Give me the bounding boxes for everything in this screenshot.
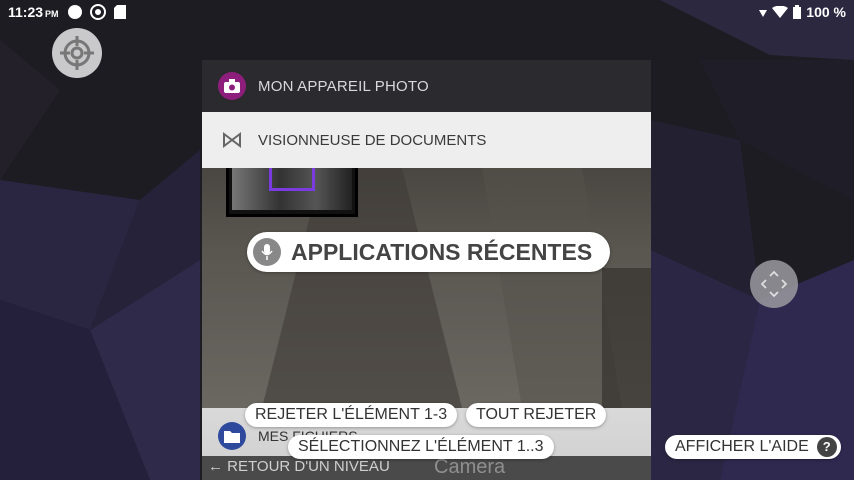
folder-icon [224,430,240,443]
show-help-text: AFFICHER L'AIDE [675,438,809,455]
dpad-button[interactable] [750,260,798,308]
signal-icon [759,10,768,17]
camera-folder-label: Camera [434,456,506,478]
recent-card-camera[interactable]: MON APPAREIL PHOTO [202,60,651,112]
mic-button[interactable] [253,238,281,266]
docs-card-preview[interactable] [202,168,651,408]
document-thumbnail[interactable] [226,168,358,217]
recent-apps-voice-label: APPLICATIONS RÉCENTES [247,232,611,272]
battery-icon [793,5,802,19]
status-bar: 11:23 PM 100 % [0,0,854,24]
reject-item-command[interactable]: REJETER L'ÉLÉMENT 1-3 [245,403,458,427]
files-bottom-strip: ← RETOUR D'UN NIVEAU Camera [202,456,651,480]
mic-icon [261,244,273,260]
crosshair-icon [60,36,94,70]
camera-card-title: MON APPAREIL PHOTO [258,77,429,95]
select-item-command[interactable]: SÉLECTIONNEZ L'ÉLÉMENT 1..3 [288,435,554,459]
sd-card-icon [114,5,126,19]
recent-apps-text: APPLICATIONS RÉCENTES [291,238,593,265]
recent-card-docs[interactable]: VISIONNEUSE DE DOCUMENTS [202,112,651,168]
reject-all-command[interactable]: TOUT REJETER [466,403,607,427]
camera-app-icon [218,72,246,100]
target-button[interactable] [52,28,102,78]
battery-text: 100 % [806,4,846,20]
back-level-label[interactable]: ← RETOUR D'UN NIVEAU [208,458,390,475]
camera-icon [224,79,240,93]
circle-notification-icon [68,5,82,19]
ampm-text: PM [45,9,59,19]
settings-notification-icon [90,4,106,20]
document-viewer-icon [223,132,241,148]
show-help-command[interactable]: AFFICHER L'AIDE ? [665,435,841,459]
status-right: 100 % [759,4,846,20]
docs-app-icon [222,130,242,150]
help-icon: ? [816,437,837,457]
notification-icons [68,4,126,20]
time-text: 11:23 [8,4,44,20]
wifi-icon [772,6,789,18]
selection-frame [269,168,315,191]
status-time: 11:23 PM [8,4,59,20]
dpad-icon [760,270,788,298]
files-app-icon [218,422,246,450]
docs-card-title: VISIONNEUSE DE DOCUMENTS [258,131,487,149]
